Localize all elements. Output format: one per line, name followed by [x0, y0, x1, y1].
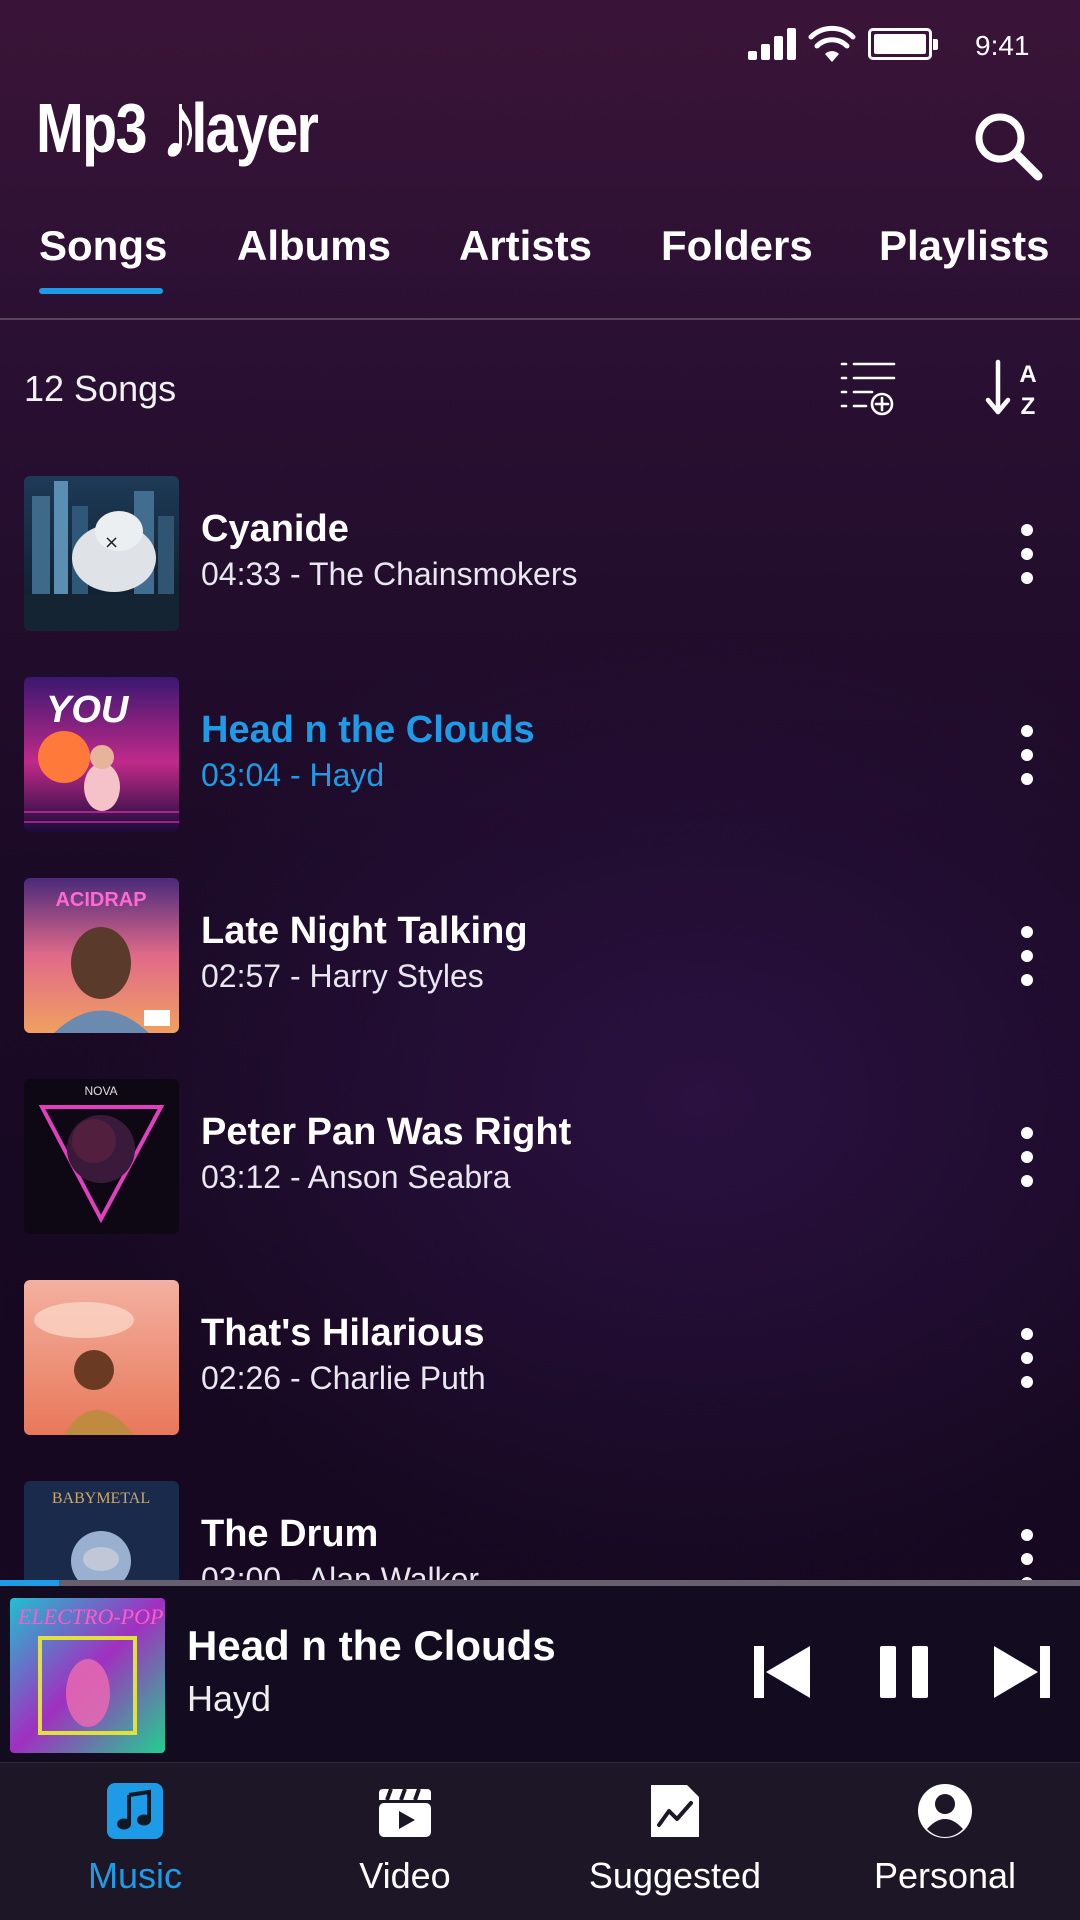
song-title: Head n the Clouds: [201, 709, 535, 751]
svg-text:Z: Z: [1021, 393, 1036, 418]
tab-songs[interactable]: Songs: [39, 222, 167, 270]
now-playing-album-art: ELECTRO-POP: [10, 1598, 165, 1753]
tab-folders[interactable]: Folders: [661, 222, 813, 270]
trending-document-icon: [651, 1785, 699, 1837]
svg-text:ACIDRAP: ACIDRAP: [55, 889, 146, 911]
nav-label: Suggested: [588, 1855, 762, 1896]
pause-icon[interactable]: [876, 1642, 932, 1702]
tab-playlists[interactable]: Playlists: [879, 222, 1049, 270]
bottom-navigation: Music Video Suggested Personal: [0, 1762, 1080, 1920]
song-duration-artist: 04:33 - The Chainsmokers: [201, 556, 578, 592]
song-row-cyanide[interactable]: × Cyanide 04:33 - The Chainsmokers: [0, 470, 1080, 671]
now-playing-artist: Hayd: [187, 1678, 272, 1719]
album-art: BABYMETAL: [24, 1481, 179, 1580]
next-track-icon[interactable]: [990, 1642, 1052, 1702]
song-title: Late Night Talking: [201, 910, 528, 952]
song-count: 12 Songs: [24, 368, 177, 409]
nav-label: Personal: [873, 1855, 1017, 1896]
song-duration-artist: 02:57 - Harry Styles: [201, 958, 484, 994]
clapperboard-icon: [379, 1788, 431, 1837]
app-title: Mp3 ♪layer: [36, 72, 319, 179]
more-options-icon[interactable]: [1012, 1127, 1042, 1187]
song-title: The Drum: [201, 1513, 379, 1555]
album-art: ACIDRAP: [24, 878, 179, 1033]
song-row-the-drum[interactable]: BABYMETAL The Drum 03:00 - Alan Walker: [0, 1475, 1080, 1580]
song-row-thats-hilarious[interactable]: That's Hilarious 02:26 - Charlie Puth: [0, 1274, 1080, 1475]
more-options-icon[interactable]: [1012, 1529, 1042, 1580]
svg-text:ELECTRO-POP: ELECTRO-POP: [17, 1604, 163, 1629]
song-row-head-n-the-clouds[interactable]: YOU Head n the Clouds 03:04 - Hayd: [0, 671, 1080, 872]
category-tabs: Songs Albums Artists Folders Playlists: [0, 218, 1080, 318]
album-art: NOVA: [24, 1079, 179, 1234]
signal-icon: [748, 28, 798, 60]
active-tab-indicator: [39, 288, 163, 294]
song-duration-artist: 02:26 - Charlie Puth: [201, 1360, 486, 1396]
song-row-late-night-talking[interactable]: ACIDRAP Late Night Talking 02:57 - Harry…: [0, 872, 1080, 1073]
playlist-add-icon[interactable]: [838, 358, 898, 418]
now-playing-title: Head n the Clouds: [187, 1622, 556, 1669]
nav-video[interactable]: Video: [270, 1763, 540, 1920]
sort-az-icon[interactable]: A Z: [984, 358, 1044, 418]
tab-albums[interactable]: Albums: [237, 222, 391, 270]
nav-label: Video: [359, 1855, 451, 1896]
svg-text:BABYMETAL: BABYMETAL: [52, 1490, 150, 1507]
song-title: Cyanide: [201, 508, 349, 550]
album-art: YOU: [24, 677, 179, 832]
svg-text:YOU: YOU: [46, 689, 130, 731]
svg-text:×: ×: [104, 532, 119, 553]
search-icon[interactable]: [972, 110, 1044, 182]
wifi-icon: [808, 25, 856, 62]
svg-text:NOVA: NOVA: [84, 1084, 117, 1098]
app-logo: Mp3 ♪layer: [36, 68, 379, 188]
person-icon: [918, 1784, 972, 1838]
album-art: ×: [24, 476, 179, 631]
svg-text:A: A: [1019, 361, 1036, 388]
album-art: [24, 1280, 179, 1435]
status-time: 9:41: [975, 30, 1030, 61]
song-title: Peter Pan Was Right: [201, 1111, 572, 1153]
nav-label: Music: [87, 1855, 182, 1896]
song-title: That's Hilarious: [201, 1312, 485, 1354]
tab-artists[interactable]: Artists: [459, 222, 592, 270]
previous-track-icon[interactable]: [752, 1642, 814, 1702]
nav-music[interactable]: Music: [0, 1763, 270, 1920]
nav-personal[interactable]: Personal: [810, 1763, 1080, 1920]
song-duration-artist: 03:00 - Alan Walker: [201, 1561, 480, 1580]
nav-suggested[interactable]: Suggested: [540, 1763, 810, 1920]
mini-player[interactable]: ELECTRO-POP Head n the Clouds Hayd: [0, 1586, 1080, 1762]
song-duration-artist: 03:12 - Anson Seabra: [201, 1159, 511, 1195]
header-divider: [0, 318, 1080, 320]
more-options-icon[interactable]: [1012, 926, 1042, 986]
music-note-icon: [107, 1783, 163, 1839]
song-row-peter-pan-was-right[interactable]: NOVA Peter Pan Was Right 03:12 - Anson S…: [0, 1073, 1080, 1274]
song-list: × Cyanide 04:33 - The Chainsmokers YOU H…: [0, 470, 1080, 1580]
battery-icon: [868, 28, 938, 60]
more-options-icon[interactable]: [1012, 1328, 1042, 1388]
more-options-icon[interactable]: [1012, 524, 1042, 584]
more-options-icon[interactable]: [1012, 725, 1042, 785]
song-duration-artist: 03:04 - Hayd: [201, 757, 385, 793]
